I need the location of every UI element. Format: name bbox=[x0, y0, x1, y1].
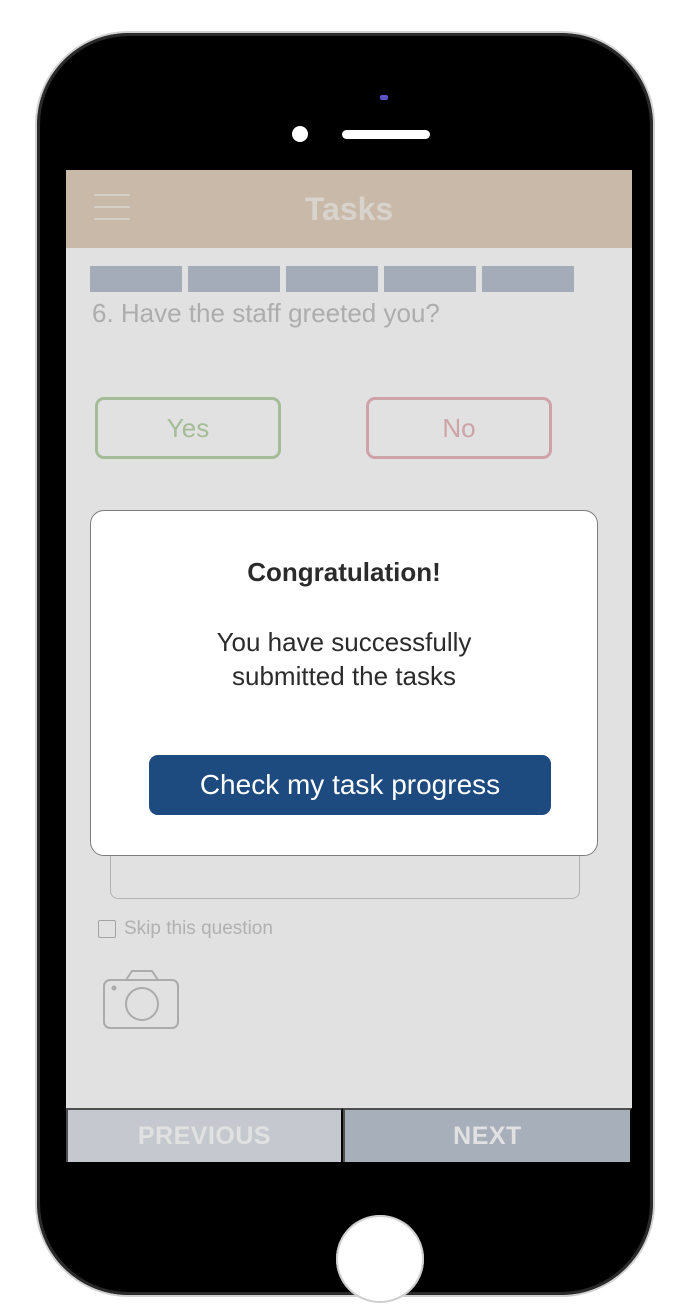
dialog-message: You have successfully submitted the task… bbox=[91, 625, 597, 693]
app-screen: Tasks 6. Have the staff greeted you? Yes… bbox=[66, 170, 632, 1162]
home-button[interactable] bbox=[336, 1215, 424, 1303]
congratulation-dialog: Congratulation! You have successfully su… bbox=[90, 510, 598, 856]
front-camera bbox=[292, 126, 308, 142]
check-progress-button[interactable]: Check my task progress bbox=[149, 755, 551, 815]
dialog-title: Congratulation! bbox=[247, 557, 441, 587]
dialog-message-line: You have successfully bbox=[216, 627, 472, 657]
front-sensor bbox=[380, 95, 388, 100]
dialog-message-line: submitted the tasks bbox=[232, 661, 456, 691]
earpiece-speaker bbox=[342, 130, 430, 139]
